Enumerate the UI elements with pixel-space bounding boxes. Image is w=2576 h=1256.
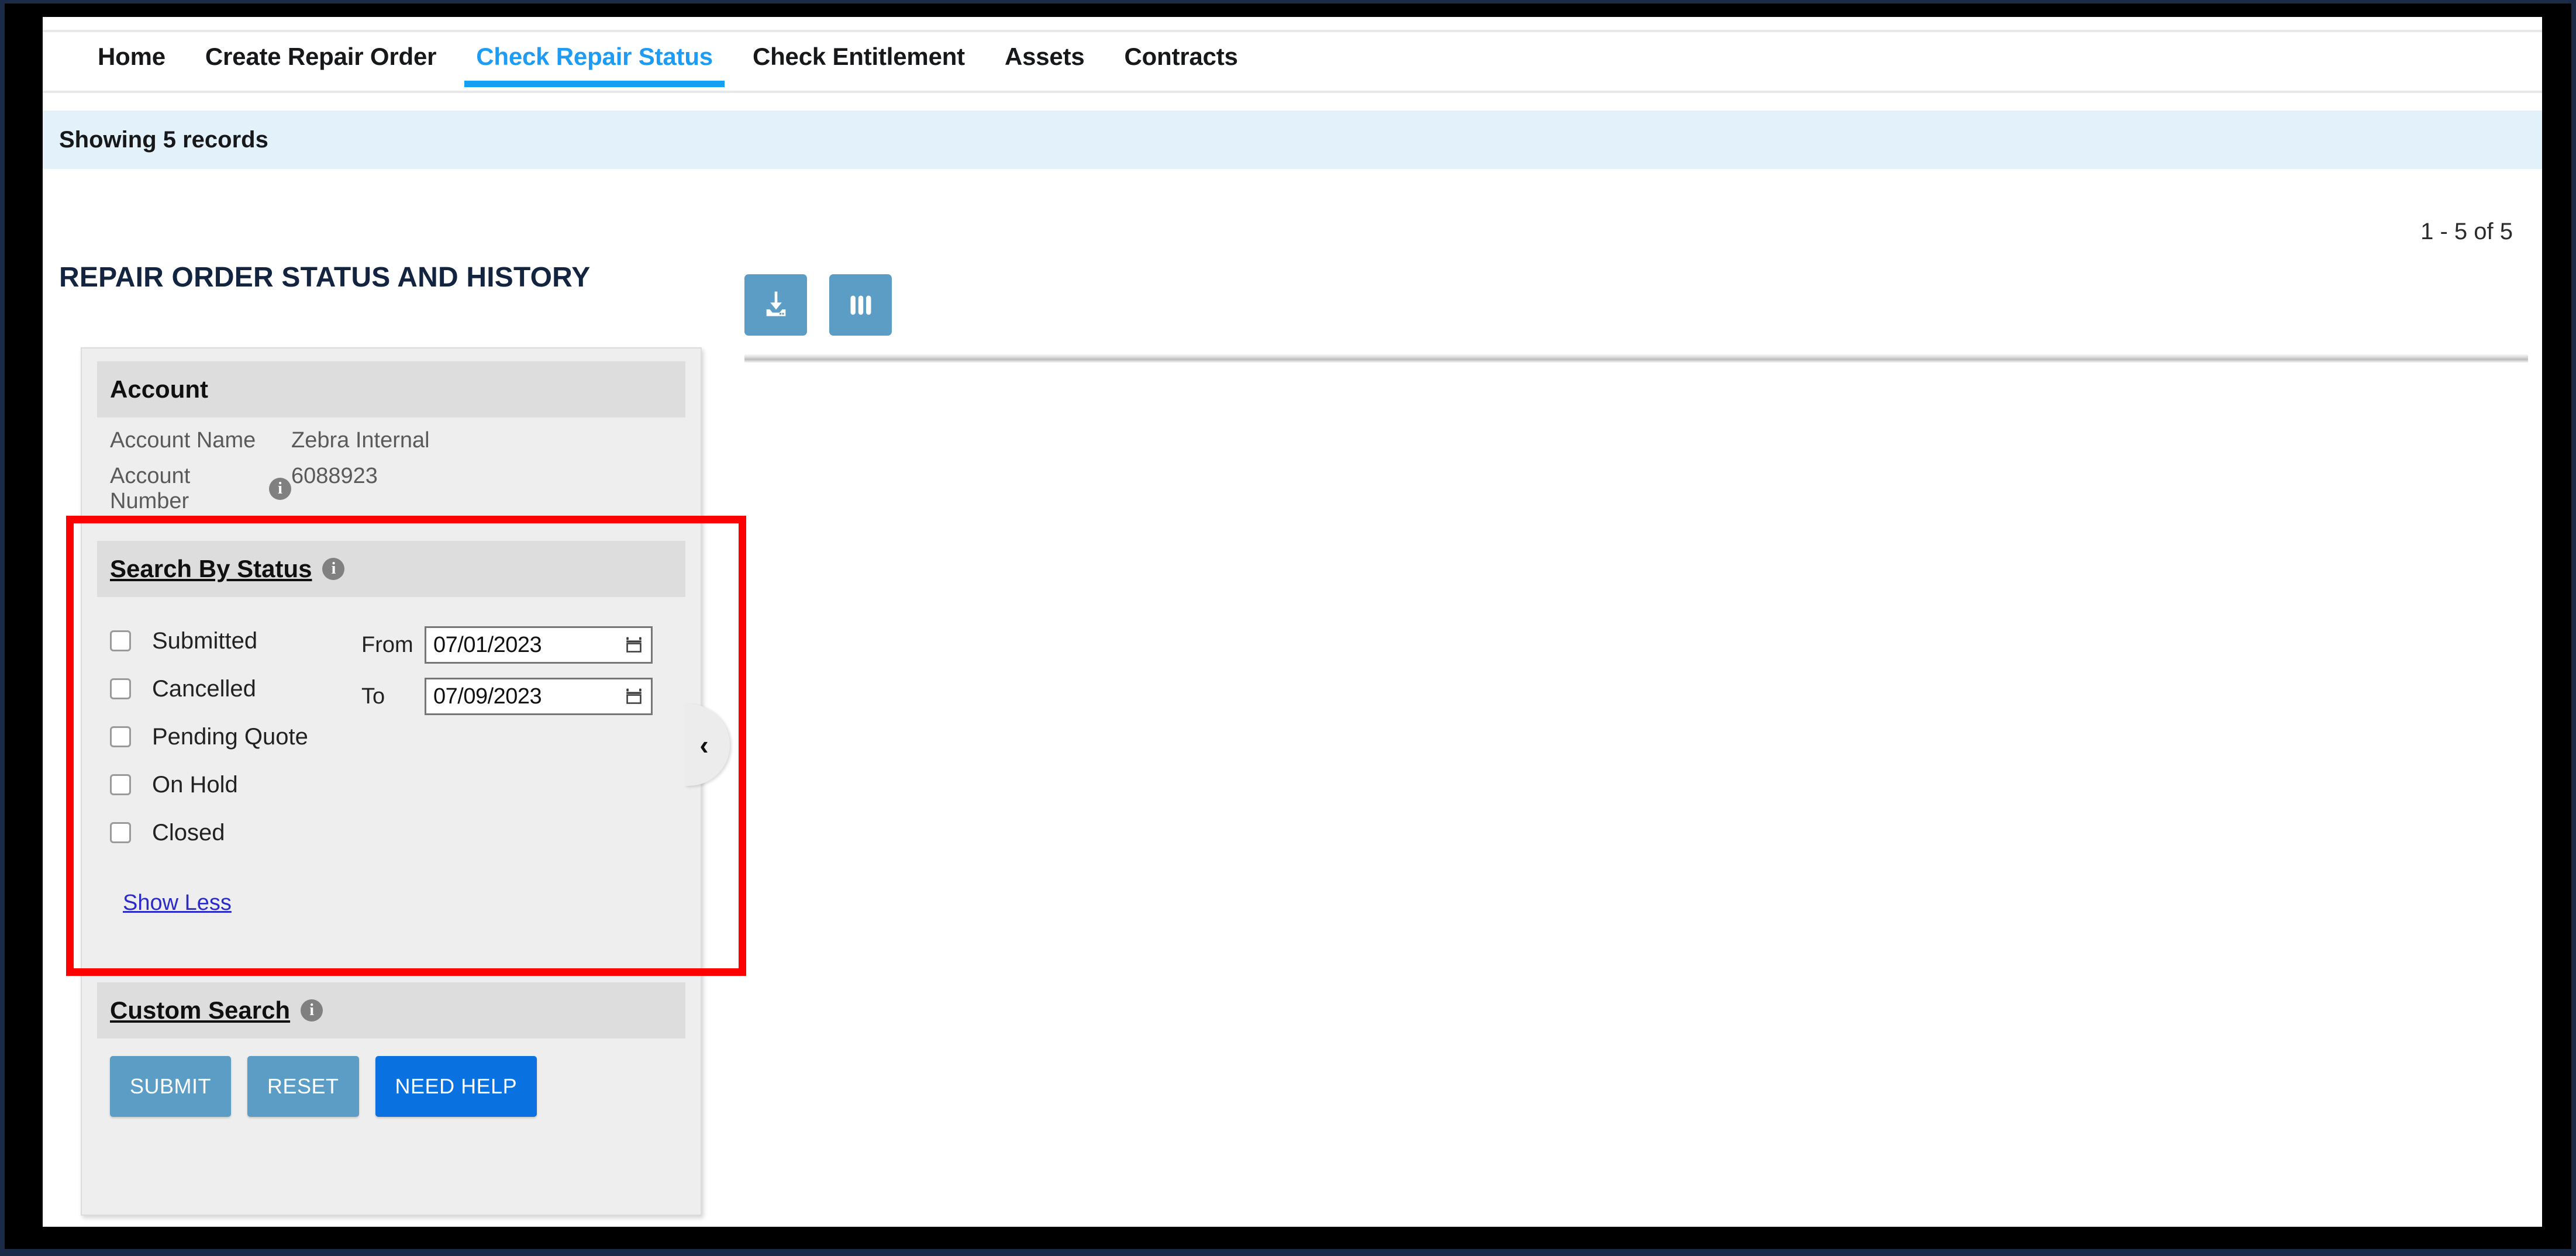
info-icon[interactable]: i [269, 478, 291, 500]
records-count-banner: Showing 5 records [43, 111, 2542, 169]
main-navigation: Home Create Repair Order Check Repair St… [43, 30, 2542, 93]
account-number-row: Account Number i 6088923 [97, 453, 685, 514]
status-option-submitted[interactable]: Submitted [110, 617, 361, 665]
status-grid: Submitted Cancelled Pending Quote On Hol… [110, 617, 673, 857]
records-count-text: Showing 5 records [59, 126, 268, 153]
status-checkbox-column: Submitted Cancelled Pending Quote On Hol… [110, 617, 361, 857]
grid-toolbar [744, 274, 892, 336]
account-section-header: Account [97, 361, 685, 417]
status-label: Pending Quote [152, 723, 308, 750]
status-label: On Hold [152, 771, 238, 798]
checkbox-pending-quote[interactable] [110, 726, 131, 747]
nav-item-home[interactable]: Home [78, 32, 185, 91]
screenshot-bezel: Home Create Repair Order Check Repair St… [5, 4, 2571, 1249]
calendar-icon[interactable] [624, 686, 644, 706]
collapse-panel-handle[interactable]: ‹ [684, 704, 730, 786]
checkbox-closed[interactable] [110, 822, 131, 843]
date-range-column: From 07/01/2023 To 07/09/2023 [361, 617, 653, 857]
submit-button[interactable]: SUBMIT [110, 1056, 232, 1117]
nav-item-assets[interactable]: Assets [985, 32, 1105, 91]
outer-border: Home Create Repair Order Check Repair St… [0, 0, 2576, 1256]
need-help-button[interactable]: NEED HELP [375, 1056, 537, 1117]
nav-item-contracts[interactable]: Contracts [1105, 32, 1258, 91]
nav-item-check-repair-status[interactable]: Check Repair Status [456, 32, 733, 91]
info-icon[interactable]: i [322, 558, 345, 580]
checkbox-cancelled[interactable] [110, 678, 131, 699]
status-option-pending-quote[interactable]: Pending Quote [110, 713, 361, 761]
account-number-label-text: Account Number [110, 464, 191, 513]
reset-button[interactable]: RESET [247, 1056, 359, 1117]
account-name-row: Account Name Zebra Internal [97, 417, 685, 453]
date-from-value: 07/01/2023 [433, 632, 542, 657]
status-option-cancelled[interactable]: Cancelled [110, 665, 361, 713]
account-section-title: Account [110, 375, 208, 403]
checkbox-on-hold[interactable] [110, 774, 131, 795]
status-label: Cancelled [152, 675, 256, 702]
app-window: Home Create Repair Order Check Repair St… [43, 17, 2542, 1227]
account-name-value: Zebra Internal [291, 428, 430, 453]
info-icon[interactable]: i [301, 999, 323, 1022]
custom-search-header[interactable]: Custom Search i [97, 982, 685, 1038]
date-to-row: To 07/09/2023 [361, 671, 653, 722]
search-by-status-body: Submitted Cancelled Pending Quote On Hol… [97, 597, 685, 922]
status-option-on-hold[interactable]: On Hold [110, 761, 361, 809]
status-label: Closed [152, 819, 225, 846]
status-label: Submitted [152, 627, 258, 654]
show-less-link[interactable]: Show Less [123, 891, 232, 916]
date-from-input[interactable]: 07/01/2023 [425, 626, 653, 664]
search-filter-panel: Account Account Name Zebra Internal Acco… [81, 347, 702, 1216]
search-by-status-title: Search By Status [110, 555, 312, 582]
account-name-label: Account Name [110, 428, 256, 453]
chevron-left-icon: ‹ [699, 730, 709, 760]
columns-button[interactable] [829, 274, 892, 336]
custom-search-title: Custom Search [110, 996, 291, 1024]
date-from-label: From [361, 632, 413, 657]
checkbox-submitted[interactable] [110, 630, 131, 651]
download-button[interactable] [744, 274, 807, 336]
nav-item-create-repair-order[interactable]: Create Repair Order [185, 32, 456, 91]
nav-list: Home Create Repair Order Check Repair St… [78, 32, 1258, 91]
action-button-row: SUBMIT RESET NEED HELP [97, 1056, 685, 1117]
pagination-summary: 1 - 5 of 5 [2420, 219, 2513, 244]
account-number-label: Account Number i [110, 464, 291, 514]
download-icon [760, 289, 792, 322]
date-to-input[interactable]: 07/09/2023 [425, 678, 653, 715]
account-number-value: 6088923 [291, 464, 378, 488]
status-option-closed[interactable]: Closed [110, 809, 361, 857]
nav-item-check-entitlement[interactable]: Check Entitlement [733, 32, 985, 91]
date-to-value: 07/09/2023 [433, 684, 542, 709]
page-title: REPAIR ORDER STATUS AND HISTORY [59, 262, 591, 293]
search-by-status-header[interactable]: Search By Status i [97, 541, 685, 597]
calendar-icon[interactable] [624, 635, 644, 655]
date-from-row: From 07/01/2023 [361, 619, 653, 671]
columns-icon [844, 289, 877, 322]
date-to-label: To [361, 684, 385, 709]
table-header-rail [744, 354, 2528, 363]
